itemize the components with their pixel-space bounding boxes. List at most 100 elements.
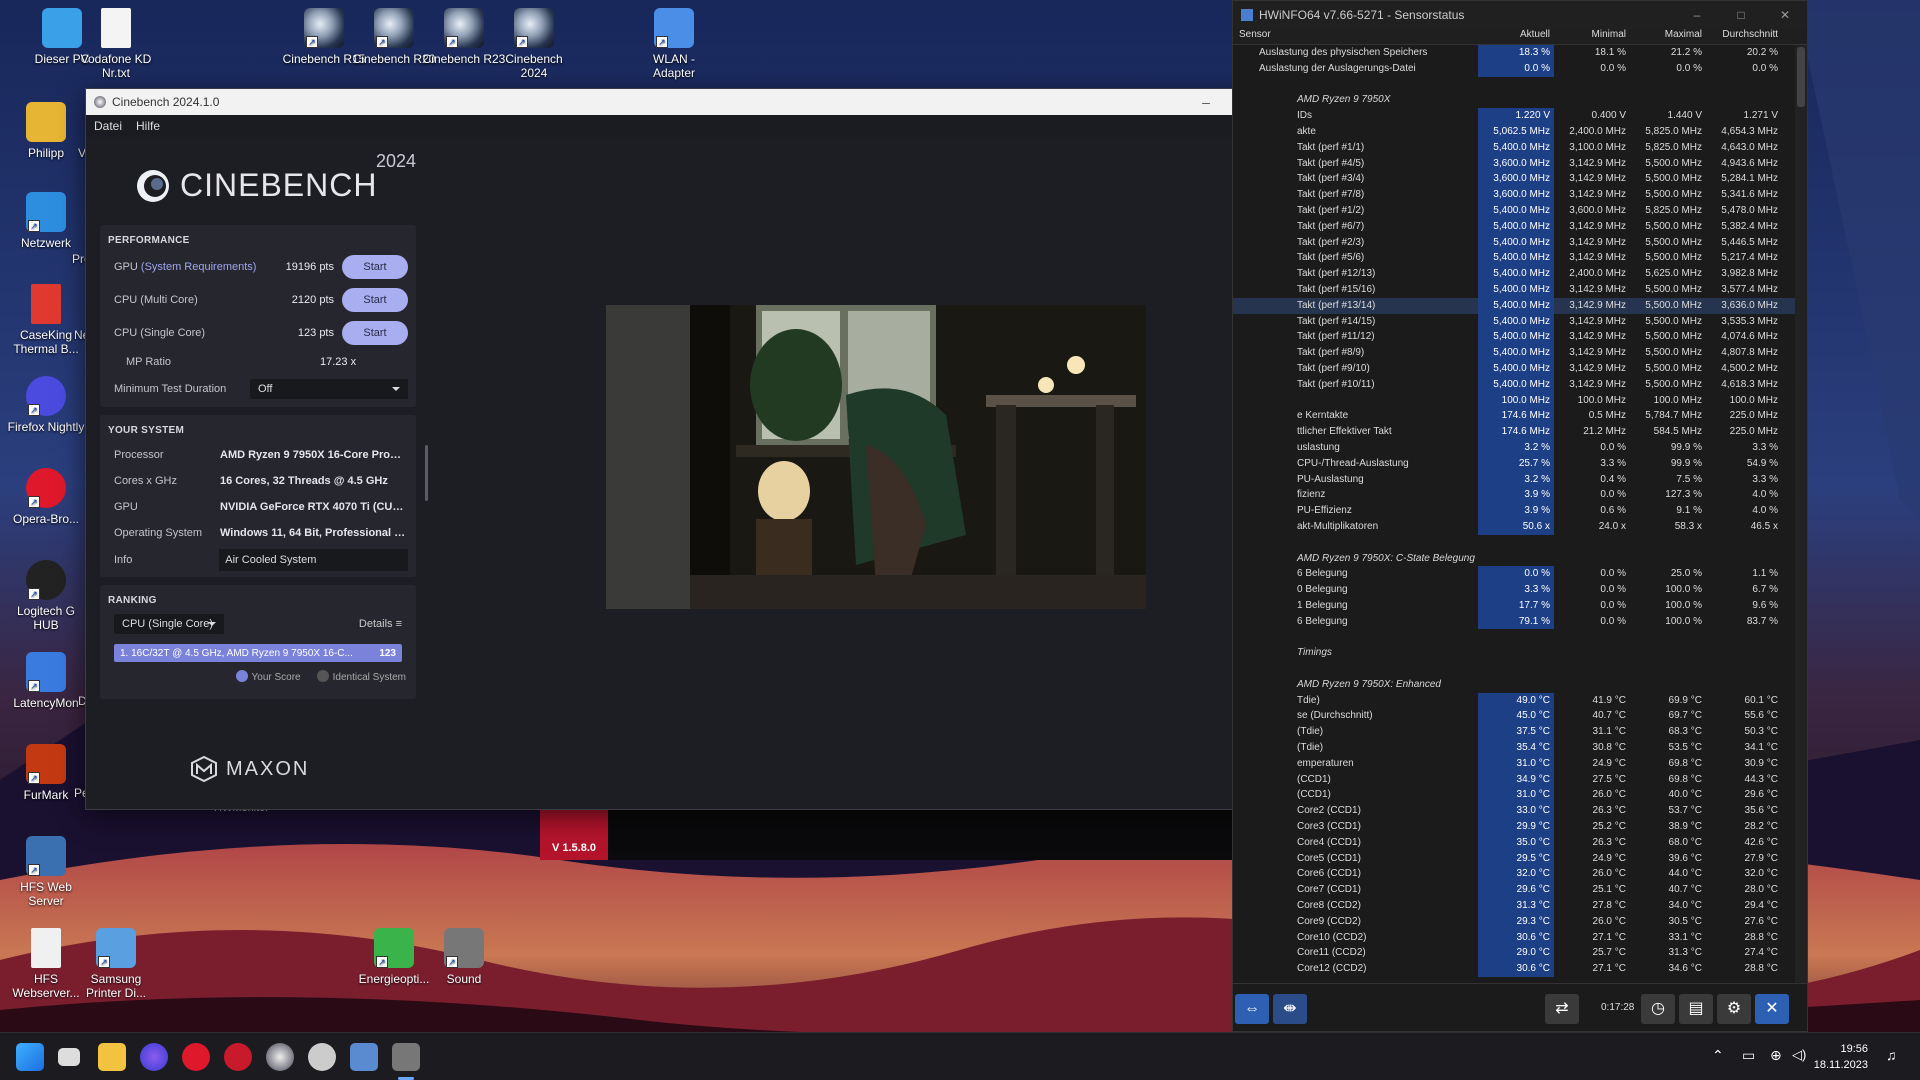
monitor-taskbar-icon[interactable]: [392, 1043, 420, 1071]
clock-time[interactable]: 19:56: [1820, 1043, 1868, 1055]
sensor-row[interactable]: 6 Belegung 79.1 % 0.0 % 100.0 % 83.7 %: [1233, 613, 1807, 630]
details-button[interactable]: Details ≡: [359, 618, 402, 630]
sensor-row[interactable]: [1233, 535, 1807, 551]
col-maximal[interactable]: Maximal: [1630, 29, 1706, 44]
sensor-row[interactable]: Tdie) 49.0 °C 41.9 °C 69.9 °C 60.1 °C: [1233, 692, 1807, 709]
sensor-row[interactable]: 100.0 MHz 100.0 MHz 100.0 MHz 100.0 MHz: [1233, 392, 1807, 409]
sensor-row[interactable]: IDs 1.220 V 0.400 V 1.440 V 1.271 V: [1233, 108, 1807, 124]
settings-icon[interactable]: ⚙: [1717, 994, 1751, 1024]
sensor-row[interactable]: 6 Belegung 0.0 % 0.0 % 25.0 % 1.1 %: [1233, 566, 1807, 583]
tray-display-icon[interactable]: ▭: [1742, 1047, 1755, 1064]
desktop-icon[interactable]: ↗ Firefox Nightly: [4, 376, 88, 434]
file-explorer-icon[interactable]: [98, 1043, 126, 1071]
sensor-row[interactable]: PU-Auslastung 3.2 % 0.4 % 7.5 % 3.3 %: [1233, 471, 1807, 488]
sensor-row[interactable]: Takt (perf #13/14) 5,400.0 MHz 3,142.9 MHz…: [1233, 297, 1807, 314]
sensor-row[interactable]: Auslastung der Auslagerungs-Datei 0.0 % 0.…: [1233, 60, 1807, 77]
sensor-row[interactable]: (CCD1) 34.9 °C 27.5 °C 69.8 °C 44.3 °C: [1233, 771, 1807, 788]
sensor-row[interactable]: Core3 (CCD1) 29.9 °C 25.2 °C 38.9 °C 28.2 °C: [1233, 819, 1807, 835]
sensor-row[interactable]: Takt (perf #8/9) 5,400.0 MHz 3,142.9 MHz 5,…: [1233, 345, 1807, 361]
sensor-row[interactable]: CPU-/Thread-Auslastung 25.7 % 3.3 % 99.9 % 5…: [1233, 455, 1807, 472]
ranking-select[interactable]: CPU (Single Core): [114, 614, 224, 634]
sensor-row[interactable]: Takt (perf #5/6) 5,400.0 MHz 3,142.9 MHz 5,…: [1233, 250, 1807, 267]
hwinfo-close-icon[interactable]: ✕: [1763, 8, 1807, 22]
sensor-row[interactable]: Takt (perf #3/4) 3,600.0 MHz 3,142.9 MHz 5,…: [1233, 171, 1807, 188]
tray-network-icon[interactable]: ⊕: [1770, 1047, 1782, 1064]
desktop-icon[interactable]: Philipp: [4, 102, 88, 160]
sensor-row[interactable]: Core8 (CCD2) 31.3 °C 27.8 °C 34.0 °C 29.4 °C: [1233, 898, 1807, 914]
sensor-row[interactable]: Takt (perf #7/8) 3,600.0 MHz 3,142.9 MHz 5,…: [1233, 187, 1807, 203]
sensor-row[interactable]: ttlicher Effektiver Takt 174.6 MHz 21.2 MH…: [1233, 424, 1807, 440]
start-cpu-multi-button[interactable]: Start: [342, 287, 408, 312]
sensor-row[interactable]: 1 Belegung 17.7 % 0.0 % 100.0 % 9.6 %: [1233, 597, 1807, 614]
sensor-row[interactable]: Core9 (CCD2) 29.3 °C 26.0 °C 30.5 °C 27.6 °C: [1233, 913, 1807, 930]
sensor-row[interactable]: Core10 (CCD2) 30.6 °C 27.1 °C 33.1 °C 28.8 °…: [1233, 929, 1807, 946]
sensor-row[interactable]: (CCD1) 31.0 °C 26.0 °C 40.0 °C 29.6 °C: [1233, 787, 1807, 804]
gpu-tool-icon[interactable]: [224, 1043, 252, 1071]
desktop-icon[interactable]: ↗ Cinebench 2024: [492, 8, 576, 80]
desktop-icon[interactable]: ↗ WLAN - Adapter: [632, 8, 716, 80]
sensor-row[interactable]: uslastung 3.2 % 0.0 % 99.9 % 3.3 %: [1233, 439, 1807, 456]
sensor-row[interactable]: [1233, 629, 1807, 645]
desktop-icon[interactable]: ↗ Opera-Bro...: [4, 468, 88, 526]
sensor-row[interactable]: fizienz 3.9 % 0.0 % 127.3 % 4.0 %: [1233, 487, 1807, 504]
sensor-row[interactable]: se (Durchschnitt) 45.0 °C 40.7 °C 69.7 °C 55…: [1233, 708, 1807, 725]
clock-date[interactable]: 18.11.2023: [1810, 1059, 1868, 1071]
sensor-row[interactable]: Takt (perf #9/10) 5,400.0 MHz 3,142.9 MHz 5…: [1233, 360, 1807, 377]
sensor-row[interactable]: (Tdie) 35.4 °C 30.8 °C 53.5 °C 34.1 °C: [1233, 740, 1807, 756]
expand-left-icon[interactable]: ⇔: [1235, 994, 1269, 1024]
desktop-icon[interactable]: Vodafone KD Nr.txt: [74, 8, 158, 80]
tray-chevron-icon[interactable]: ⌃: [1712, 1047, 1724, 1064]
sensor-row[interactable]: Takt (perf #11/12) 5,400.0 MHz 3,142.9 MHz…: [1233, 329, 1807, 346]
sensor-row[interactable]: Core5 (CCD1) 29.5 °C 24.9 °C 39.6 °C 27.9 °C: [1233, 850, 1807, 867]
desktop-icon[interactable]: CaseKing Thermal B...: [4, 284, 88, 356]
log-icon[interactable]: ▤: [1679, 994, 1713, 1024]
sensor-row[interactable]: [1233, 77, 1807, 93]
sensor-row[interactable]: Core11 (CCD2) 29.0 °C 25.7 °C 31.3 °C 27.4 °…: [1233, 945, 1807, 962]
sensor-row[interactable]: e Kerntakte 174.6 MHz 0.5 MHz 5,784.7 MHz 22…: [1233, 408, 1807, 425]
sensor-row[interactable]: emperaturen 31.0 °C 24.9 °C 69.8 °C 30.9 °C: [1233, 755, 1807, 772]
sensor-row[interactable]: 0 Belegung 3.3 % 0.0 % 100.0 % 6.7 %: [1233, 582, 1807, 598]
sensor-row[interactable]: Takt (perf #1/1) 5,400.0 MHz 3,100.0 MHz 5,…: [1233, 139, 1807, 156]
col-durchschnitt[interactable]: Durchschnitt: [1706, 29, 1782, 44]
sensor-row[interactable]: Core4 (CCD1) 35.0 °C 26.3 °C 68.0 °C 42.6 °C: [1233, 834, 1807, 851]
hwinfo-titlebar[interactable]: HWiNFO64 v7.66-5271 - Sensorstatus – □ ✕: [1233, 1, 1807, 29]
sensor-group-header[interactable]: AMD Ryzen 9 7950X: [1233, 92, 1807, 108]
sensor-row[interactable]: Takt (perf #2/3) 5,400.0 MHz 3,142.9 MHz 5,…: [1233, 234, 1807, 251]
sensor-group-header[interactable]: Timings: [1233, 645, 1807, 661]
sensor-row[interactable]: Takt (perf #12/13) 5,400.0 MHz 2,400.0 MHz…: [1233, 266, 1807, 282]
hwinfo-scrollbar[interactable]: [1795, 45, 1807, 985]
start-cpu-single-button[interactable]: Start: [342, 320, 408, 345]
cinebench-titlebar[interactable]: Cinebench 2024.1.0 – □ ✕: [86, 89, 1316, 115]
sensor-row[interactable]: akte 5,062.5 MHz 2,400.0 MHz 5,825.0 MHz 4,6…: [1233, 123, 1807, 140]
desktop-icon[interactable]: ↗ Logitech G HUB: [4, 560, 88, 632]
firefox-icon[interactable]: [140, 1043, 168, 1071]
desktop-icon[interactable]: ↗ Sound: [422, 928, 506, 986]
cinebench-taskbar-icon[interactable]: [266, 1043, 294, 1071]
minimize-icon[interactable]: –: [1184, 94, 1228, 111]
hwinfo-sensor-list[interactable]: Auslastung des physischen Speichers 18.3 …: [1233, 45, 1807, 978]
ranking-entry[interactable]: 1. 16C/32T @ 4.5 GHz, AMD Ryzen 9 7950X …: [114, 644, 402, 662]
sensor-row[interactable]: Core6 (CCD1) 32.0 °C 26.0 °C 44.0 °C 32.0 °C: [1233, 866, 1807, 883]
info-input[interactable]: Air Cooled System: [219, 549, 408, 571]
opera-icon[interactable]: [182, 1043, 210, 1071]
desktop-icon[interactable]: ↗ LatencyMon: [4, 652, 88, 710]
start-gpu-button[interactable]: Start: [342, 254, 408, 279]
hwinfo-taskbar-icon[interactable]: [350, 1043, 378, 1071]
col-minimal[interactable]: Minimal: [1554, 29, 1630, 44]
exit-icon[interactable]: ✕: [1755, 994, 1789, 1024]
col-sensor[interactable]: Sensor: [1233, 29, 1478, 44]
col-aktuell[interactable]: Aktuell: [1478, 29, 1554, 44]
start-icon[interactable]: [16, 1043, 44, 1071]
system-requirements-link[interactable]: (System Requirements): [141, 261, 257, 273]
hwinfo-maximize-icon[interactable]: □: [1719, 8, 1763, 22]
sensor-row[interactable]: Core7 (CCD1) 29.6 °C 25.1 °C 40.7 °C 28.0 °C: [1233, 882, 1807, 899]
sensor-row[interactable]: Core12 (CCD2) 30.6 °C 27.1 °C 34.6 °C 28.8 °…: [1233, 961, 1807, 978]
sensor-row[interactable]: (Tdie) 37.5 °C 31.1 °C 68.3 °C 50.3 °C: [1233, 724, 1807, 741]
collapse-icon[interactable]: ⇼: [1273, 994, 1307, 1024]
min-duration-select[interactable]: Off: [250, 379, 408, 399]
desktop-icon[interactable]: ↗ Netzwerk: [4, 192, 88, 250]
sensor-group-header[interactable]: AMD Ryzen 9 7950X: Enhanced: [1233, 677, 1807, 693]
sensor-row[interactable]: Takt (perf #15/16) 5,400.0 MHz 3,142.9 MHz…: [1233, 281, 1807, 298]
menu-hilfe[interactable]: Hilfe: [136, 119, 160, 133]
sensor-group-header[interactable]: AMD Ryzen 9 7950X: C-State Belegung: [1233, 551, 1807, 567]
